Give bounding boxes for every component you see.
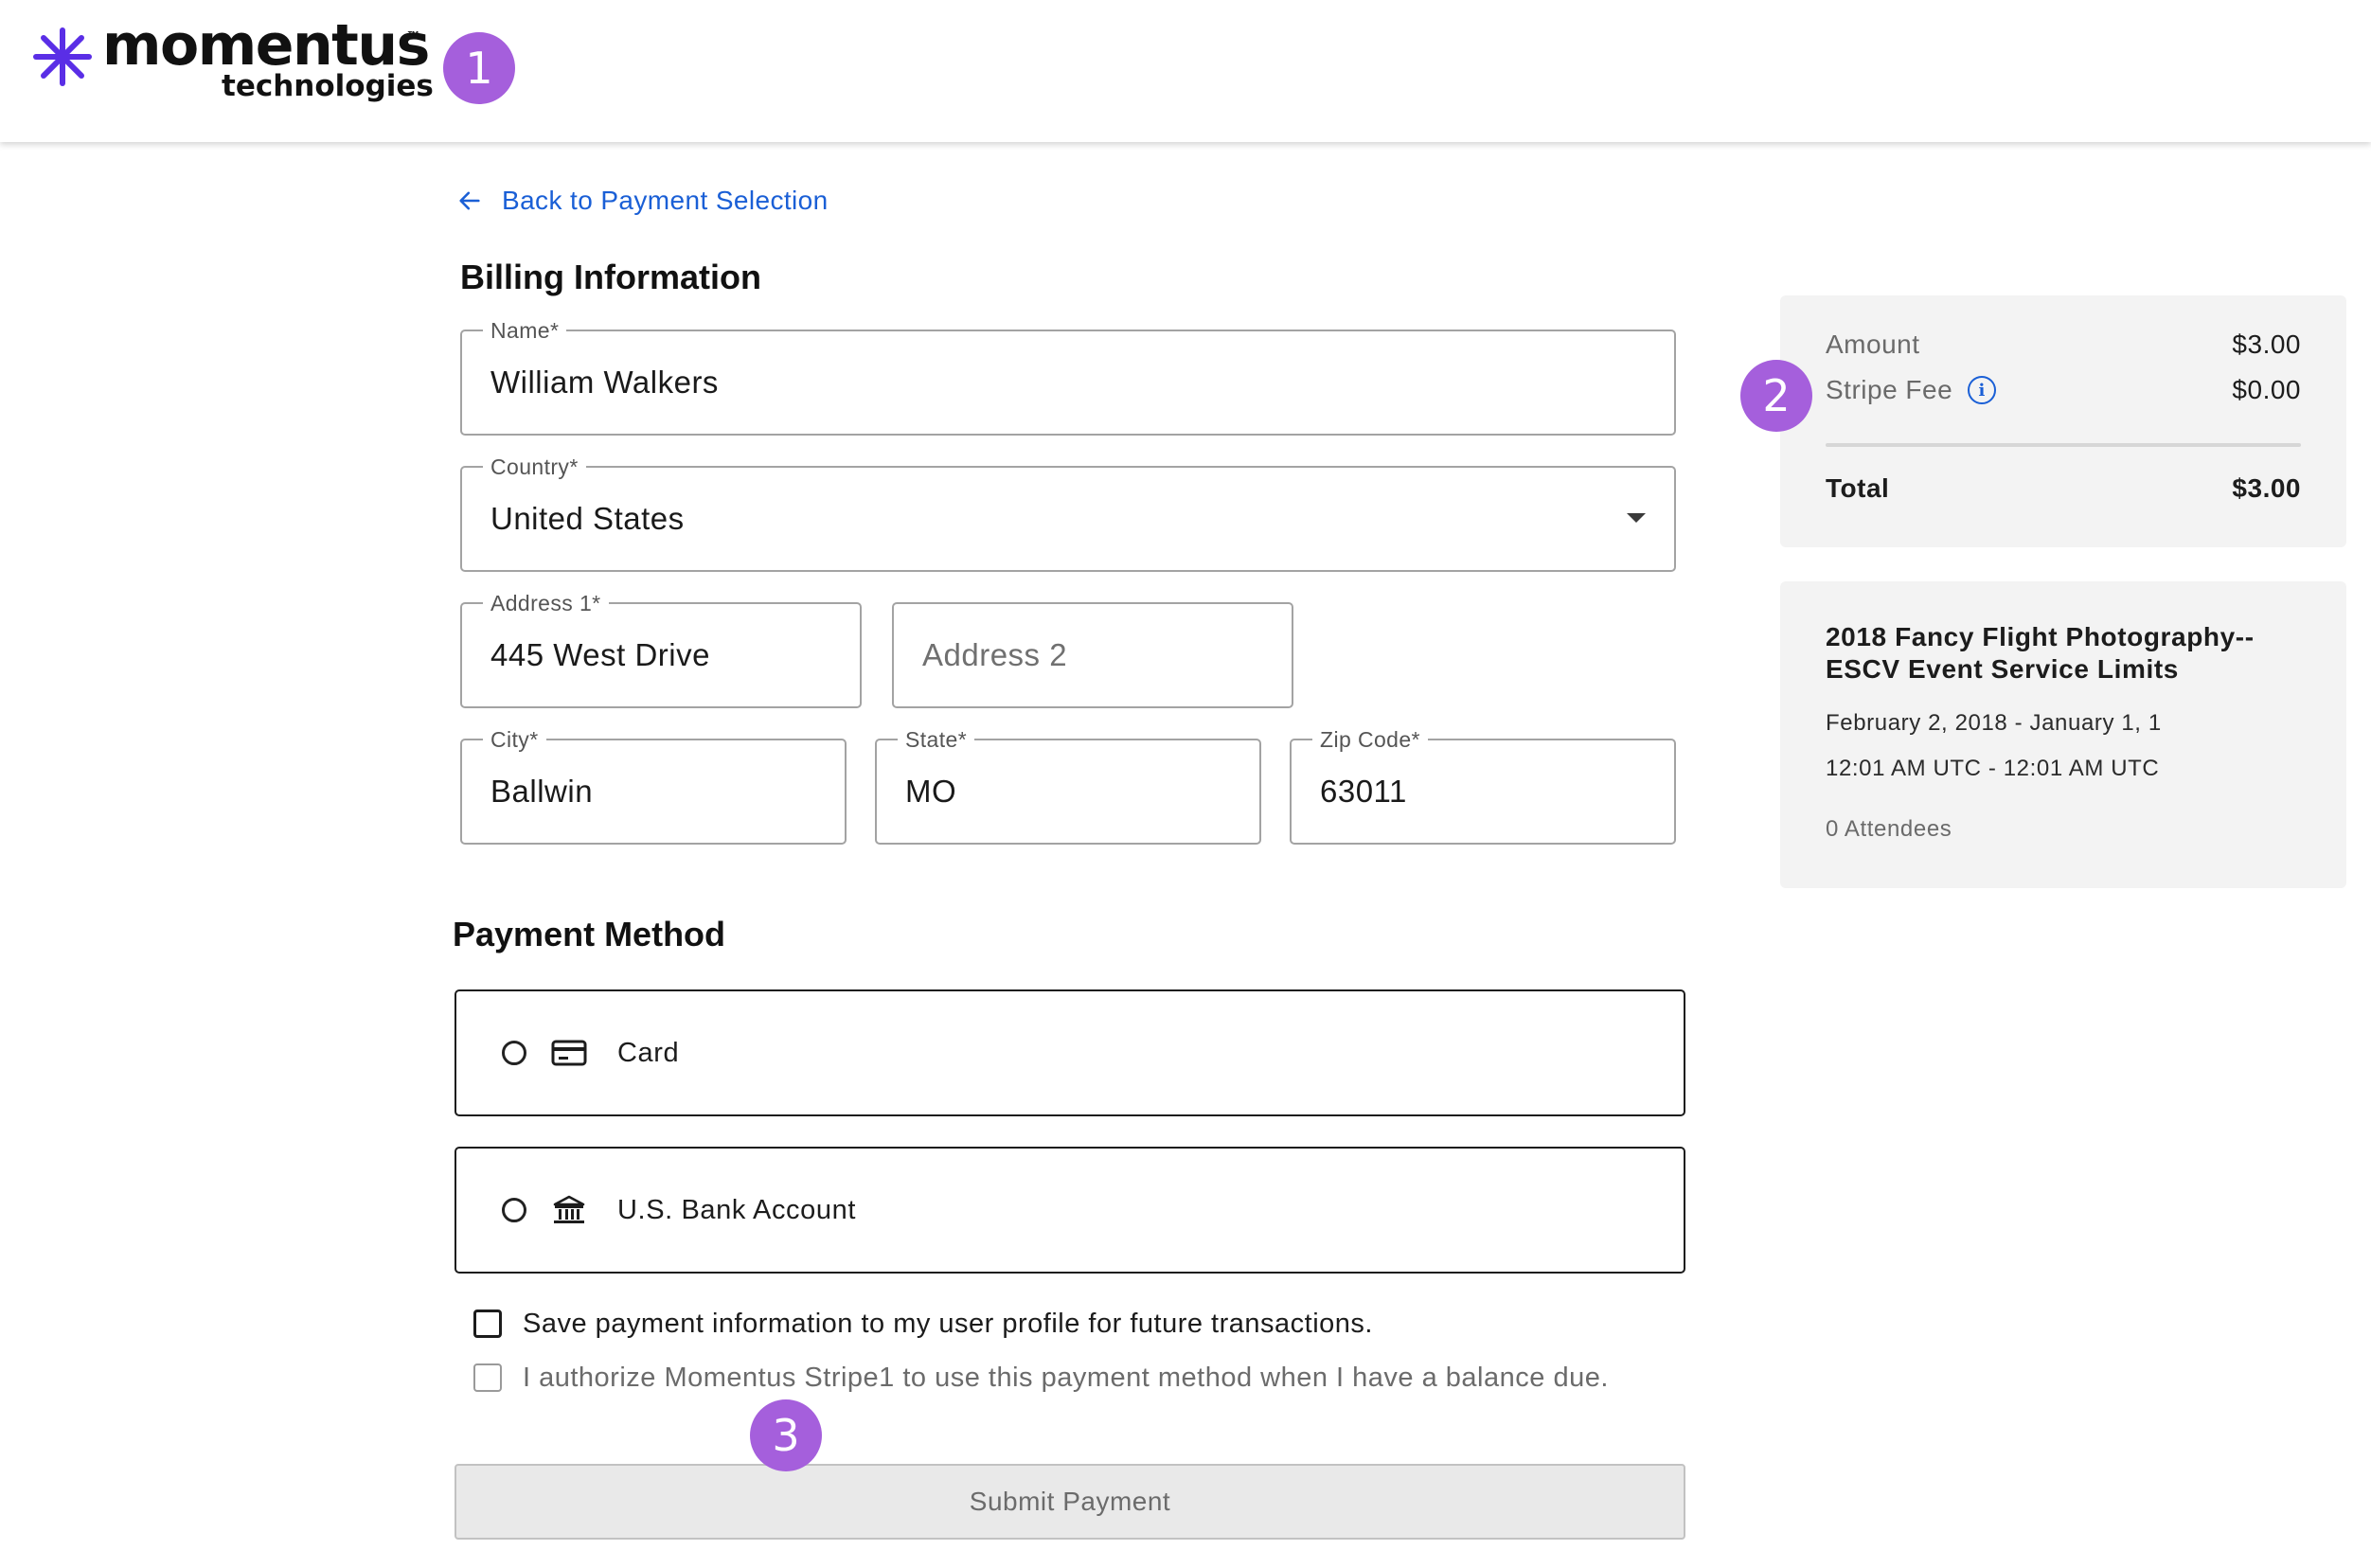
payment-option-bank-account[interactable]: U.S. Bank Account xyxy=(455,1147,1685,1274)
country-select[interactable]: Country* United States xyxy=(460,454,1676,572)
step-marker-3: 3 xyxy=(750,1399,822,1471)
stripe-fee-label-group: Stripe Fee i xyxy=(1826,375,1997,405)
total-row: Total $3.00 xyxy=(1826,473,2301,504)
dropdown-caret-icon xyxy=(1627,513,1646,523)
back-to-payment-selection-link[interactable]: Back to Payment Selection xyxy=(456,182,829,220)
logo-trademark: ™ xyxy=(407,28,419,43)
address1-field[interactable]: Address 1* 445 West Drive xyxy=(460,591,862,708)
total-value: $3.00 xyxy=(2232,473,2301,503)
arrow-left-icon xyxy=(459,191,480,210)
bank-account-radio[interactable] xyxy=(502,1198,526,1222)
step-marker-2: 2 xyxy=(1740,360,1812,432)
amount-label: Amount xyxy=(1826,330,1920,359)
city-field-value: Ballwin xyxy=(490,774,594,809)
stripe-fee-label: Stripe Fee xyxy=(1826,375,1953,404)
country-field-value: United States xyxy=(490,501,685,536)
logo-subtitle: technologies xyxy=(222,69,434,103)
stripe-fee-value: $0.00 xyxy=(2232,375,2301,404)
step-marker-1: 1 xyxy=(443,32,515,104)
zip-code-field[interactable]: Zip Code* 63011 xyxy=(1290,727,1676,845)
event-times: 12:01 AM UTC - 12:01 AM UTC xyxy=(1826,756,2160,781)
save-payment-checkbox[interactable] xyxy=(473,1310,502,1338)
address2-placeholder: Address 2 xyxy=(922,637,1068,672)
address2-field[interactable]: Address 2 xyxy=(892,602,1293,708)
event-attendees: 0 Attendees xyxy=(1826,816,1952,842)
logo-wordmark: momentus xyxy=(102,12,430,79)
state-field[interactable]: State* MO xyxy=(875,727,1261,845)
city-field[interactable]: City* Ballwin xyxy=(460,727,847,845)
asterisk-logo-icon xyxy=(33,27,92,86)
payment-method-title: Payment Method xyxy=(453,915,726,953)
back-link-label: Back to Payment Selection xyxy=(502,186,829,215)
summary-divider xyxy=(1826,443,2301,447)
address1-field-value: 445 West Drive xyxy=(490,637,710,672)
save-payment-label: Save payment information to my user prof… xyxy=(523,1308,1373,1339)
bank-icon xyxy=(553,1195,585,1223)
authorize-payment-checkbox-row[interactable]: I authorize Momentus Stripe1 to use this… xyxy=(473,1359,1609,1397)
card-radio[interactable] xyxy=(502,1041,526,1065)
total-label: Total xyxy=(1826,473,1890,503)
info-icon[interactable]: i xyxy=(1968,376,1997,404)
payment-option-card[interactable]: Card xyxy=(455,989,1685,1116)
momentus-logo[interactable]: momentus ™ technologies xyxy=(32,17,434,110)
billing-information-title: Billing Information xyxy=(460,258,761,296)
save-payment-checkbox-row[interactable]: Save payment information to my user prof… xyxy=(473,1305,1373,1343)
order-summary-panel: Amount $3.00 Stripe Fee i $0.00 Total $3… xyxy=(1780,295,2346,547)
submit-payment-button[interactable]: Submit Payment xyxy=(455,1464,1685,1540)
card-option-label: Card xyxy=(617,1037,680,1068)
state-field-value: MO xyxy=(905,774,957,809)
authorize-payment-label: I authorize Momentus Stripe1 to use this… xyxy=(523,1362,1609,1393)
event-title: 2018 Fancy Flight Photography--ESCV Even… xyxy=(1826,622,2255,684)
checkout-page: momentus ™ technologies 1 Back to Paymen… xyxy=(0,0,2371,1568)
event-dates: February 2, 2018 - January 1, 1 xyxy=(1826,710,2162,736)
event-details-panel: 2018 Fancy Flight Photography--ESCV Even… xyxy=(1780,581,2346,888)
zip-code-field-value: 63011 xyxy=(1320,774,1407,809)
stripe-fee-row: Stripe Fee i $0.00 xyxy=(1826,375,2301,405)
name-field-value: William Walkers xyxy=(490,365,719,400)
authorize-payment-checkbox[interactable] xyxy=(473,1363,502,1392)
amount-row: Amount $3.00 xyxy=(1826,330,2301,360)
bank-account-option-label: U.S. Bank Account xyxy=(617,1194,856,1225)
credit-card-icon xyxy=(551,1040,587,1066)
name-field[interactable]: Name* William Walkers xyxy=(460,318,1676,436)
amount-value: $3.00 xyxy=(2232,330,2301,359)
top-header: momentus ™ technologies 1 xyxy=(0,0,2371,142)
